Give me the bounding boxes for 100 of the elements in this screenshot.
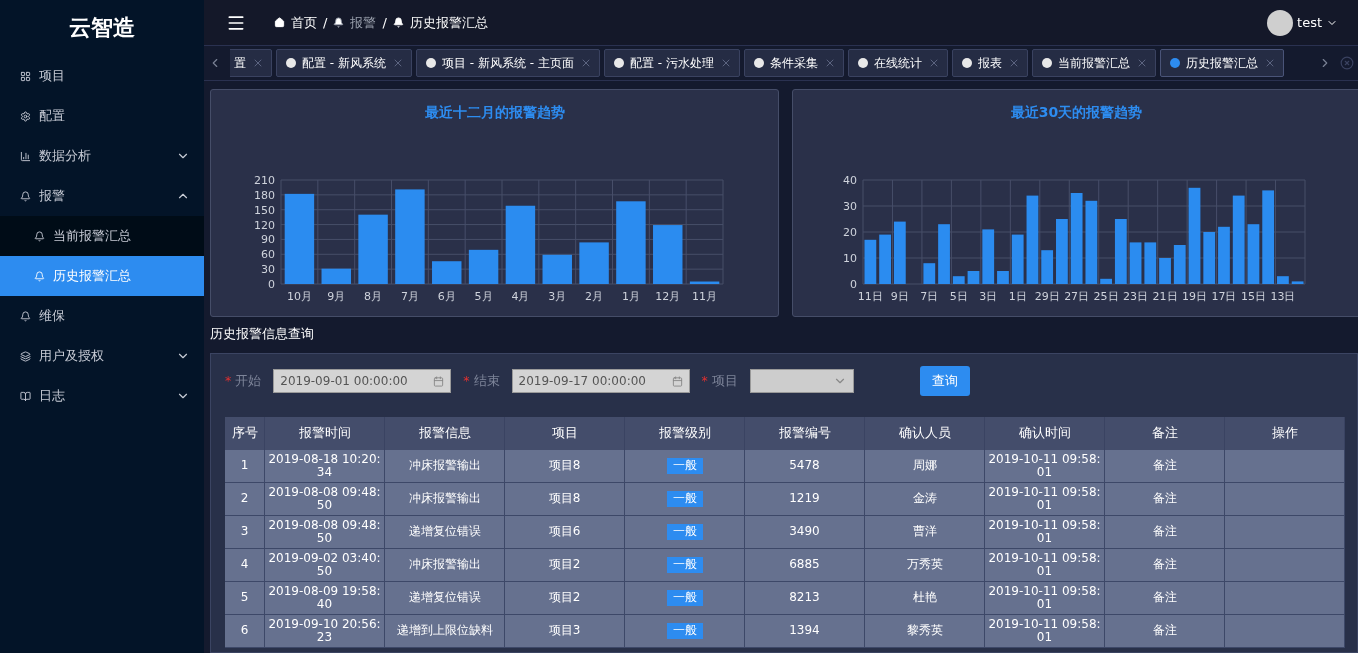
nav-item[interactable]: 当前报警汇总	[0, 216, 204, 256]
tab[interactable]: 项目 - 新风系统 - 主页面	[415, 49, 600, 77]
bar	[579, 242, 609, 284]
user-name[interactable]: test	[1297, 15, 1322, 30]
bar	[1247, 224, 1260, 284]
table-cell: 2	[225, 483, 265, 516]
bell-icon	[34, 230, 45, 242]
table-cell: 黎秀英	[865, 615, 985, 648]
table-cell: 2019-10-11 09:58:01	[985, 516, 1105, 549]
bar	[358, 214, 388, 284]
y-tick-label: 210	[254, 174, 275, 187]
table-cell: 3490	[745, 516, 865, 549]
bell-icon	[20, 190, 31, 202]
level-tag: 一般	[666, 491, 703, 507]
avatar[interactable]	[1267, 9, 1294, 36]
tab[interactable]: 在线统计	[847, 49, 948, 77]
x-tick-label: 5月	[474, 290, 493, 303]
x-tick-label: 21日	[1152, 290, 1178, 303]
breadcrumb-link[interactable]: 首页	[291, 13, 317, 32]
bar	[1173, 245, 1186, 284]
grid-icon	[20, 70, 31, 82]
breadcrumb-link[interactable]: 报警	[350, 13, 377, 32]
bar	[879, 234, 891, 284]
tab[interactable]: 历史报警汇总	[1159, 49, 1284, 77]
bar	[893, 221, 906, 284]
table-cell: 2019-10-11 09:58:01	[985, 615, 1105, 648]
level-tag: 一般	[666, 590, 703, 606]
bar	[1203, 232, 1216, 284]
bar	[653, 225, 683, 284]
table-cell: 周娜	[865, 450, 985, 483]
column-header: 报警时间	[265, 417, 385, 450]
table-cell: 冲床报警输出	[385, 483, 505, 516]
bar	[1218, 226, 1230, 284]
close-all-icon[interactable]	[1340, 56, 1354, 70]
x-tick-label: 12月	[655, 290, 681, 303]
section-title: 历史报警信息查询	[210, 326, 315, 343]
x-tick-label: 10月	[286, 290, 312, 303]
nav-item[interactable]: 数据分析	[0, 136, 204, 176]
table-cell: 2019-10-11 09:58:01	[985, 549, 1105, 582]
x-tick-label: 11月	[692, 290, 718, 303]
table-cell: 6	[225, 615, 265, 648]
table-cell: 备注	[1105, 483, 1225, 516]
table-cell: 2019-08-08 09:48:50	[265, 516, 385, 549]
nav-item[interactable]: 配置	[0, 96, 204, 136]
date-field[interactable]: 2019-09-17 00:00:00	[511, 369, 690, 393]
y-tick-label: 30	[261, 263, 275, 277]
tab[interactable]: 置	[230, 49, 272, 77]
tab[interactable]: 配置 - 污水处理	[603, 49, 740, 77]
tab[interactable]: 条件采集	[743, 49, 844, 77]
bell-icon	[34, 270, 45, 282]
logo: 云智造	[68, 14, 136, 42]
nav-item[interactable]: 维保	[0, 296, 204, 336]
table-cell: 递增复位错误	[385, 582, 505, 615]
column-header: 确认人员	[865, 417, 985, 450]
column-header: 操作	[1225, 417, 1345, 450]
x-tick-label: 29日	[1034, 290, 1060, 303]
table-cell: 1219	[745, 483, 865, 516]
breadcrumb-separator: /	[323, 15, 328, 30]
bar	[997, 271, 1009, 284]
x-tick-label: 25日	[1093, 290, 1119, 303]
nav-item[interactable]: 项目	[0, 56, 204, 96]
table-cell: 项目2	[505, 549, 625, 582]
table-cell: 项目8	[505, 450, 625, 483]
x-tick-label: 23日	[1123, 290, 1149, 303]
nav-item[interactable]: 日志	[0, 376, 204, 416]
x-tick-label: 7月	[400, 290, 419, 303]
table-cell: 项目2	[505, 582, 625, 615]
x-tick-label: 8月	[364, 290, 383, 303]
tab[interactable]: 当前报警汇总	[1031, 49, 1156, 77]
nav-item[interactable]: 报警	[0, 176, 204, 216]
x-tick-label: 15日	[1240, 290, 1266, 303]
column-header: 确认时间	[985, 417, 1105, 450]
tab-dot	[857, 58, 868, 68]
bar	[864, 239, 877, 284]
bar	[1144, 242, 1157, 284]
date-field[interactable]: 2019-09-01 00:00:00	[273, 369, 452, 393]
x-tick-label: 13日	[1270, 290, 1296, 303]
tab[interactable]: 配置 - 新风系统	[276, 49, 412, 77]
column-header: 序号	[225, 417, 265, 450]
column-header: 报警编号	[745, 417, 865, 450]
layers-icon	[20, 350, 31, 362]
table-cell: 金涛	[865, 483, 985, 516]
x-tick-label: 27日	[1064, 290, 1090, 303]
bell-icon	[20, 310, 31, 322]
table-cell: 6885	[745, 549, 865, 582]
bar-chart-icon	[20, 150, 31, 162]
bar	[1114, 219, 1127, 284]
column-header: 报警级别	[625, 417, 745, 450]
breadcrumb-link[interactable]: 历史报警汇总	[409, 13, 488, 32]
x-tick-label: 9月	[327, 290, 346, 303]
table-cell: 冲床报警输出	[385, 450, 505, 483]
nav-item[interactable]: 用户及授权	[0, 336, 204, 376]
close-icon[interactable]	[252, 57, 264, 69]
table-cell: 项目6	[505, 516, 625, 549]
bar	[542, 254, 572, 284]
tab[interactable]: 报表	[951, 49, 1028, 77]
x-tick-label: 11日	[857, 290, 883, 303]
table-cell: 5478	[745, 450, 865, 483]
table-cell: 备注	[1105, 615, 1225, 648]
x-tick-label: 17日	[1211, 290, 1237, 303]
